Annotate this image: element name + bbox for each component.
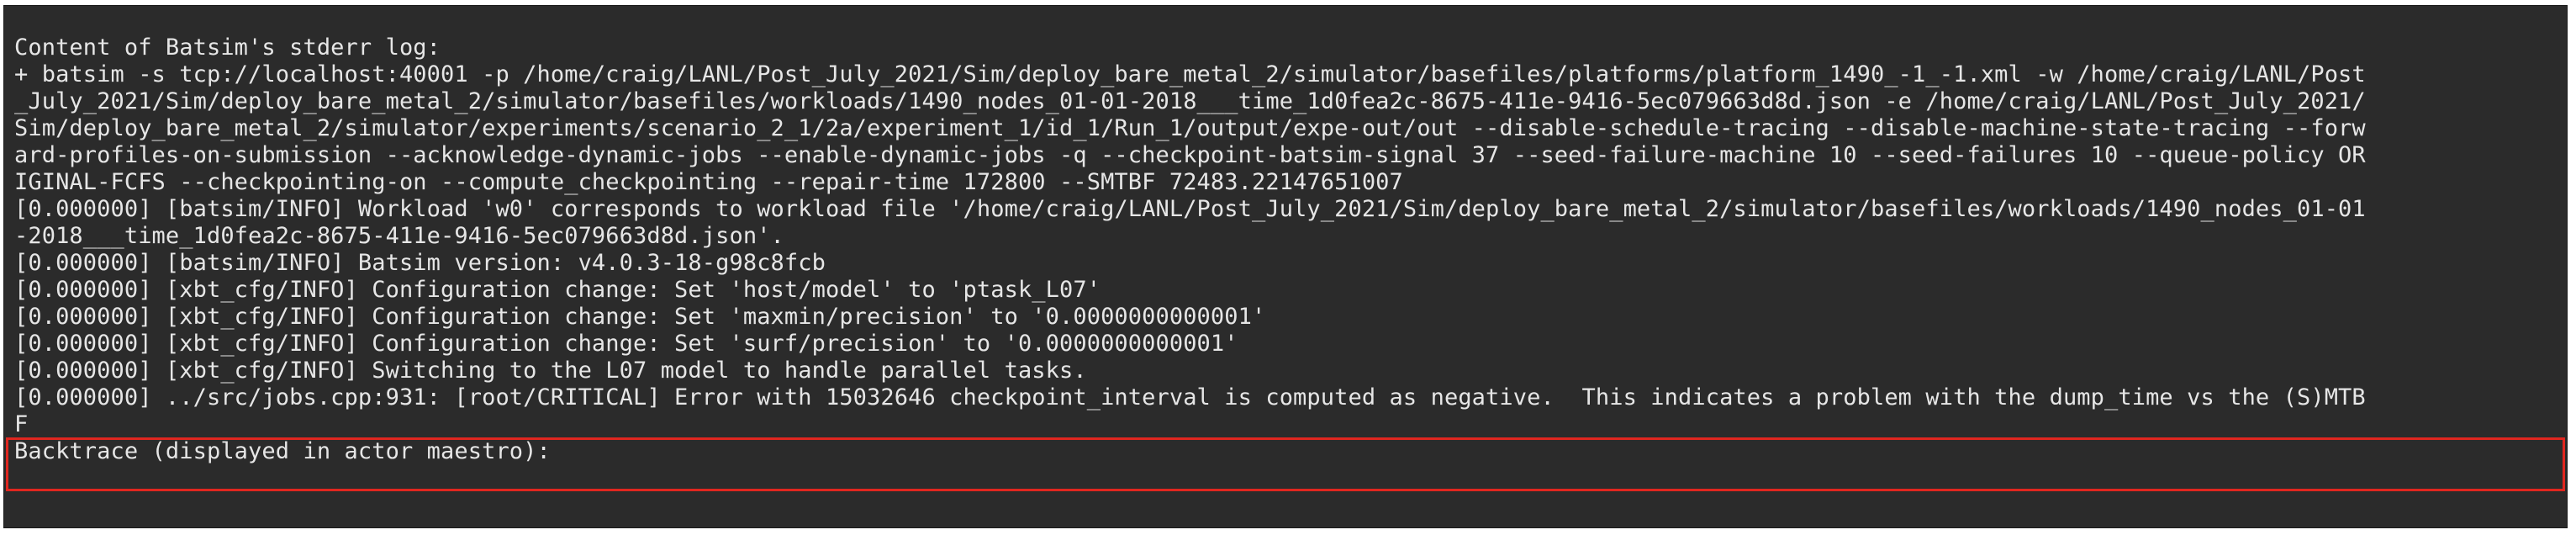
- log-line-command-cont: IGINAL-FCFS --checkpointing-on --compute…: [14, 169, 1403, 195]
- log-line-command-cont: Sim/deploy_bare_metal_2/simulator/experi…: [14, 115, 2366, 141]
- log-line-config-maxmin: [0.000000] [xbt_cfg/INFO] Configuration …: [14, 304, 1266, 330]
- log-line-config-surf: [0.000000] [xbt_cfg/INFO] Configuration …: [14, 331, 1238, 357]
- terminal-window: Content of Batsim's stderr log: + batsim …: [3, 5, 2568, 528]
- log-line-header: Content of Batsim's stderr log:: [14, 34, 441, 61]
- log-line-config-host-model: [0.000000] [xbt_cfg/INFO] Configuration …: [14, 277, 1101, 303]
- log-line-critical-error-cont: F: [14, 411, 29, 437]
- log-line-backtrace: Backtrace (displayed in actor maestro):: [14, 438, 551, 464]
- log-line-command: + batsim -s tcp://localhost:40001 -p /ho…: [14, 61, 2366, 87]
- log-line-workload-info: [0.000000] [batsim/INFO] Workload 'w0' c…: [14, 196, 2366, 222]
- log-line-switching-model: [0.000000] [xbt_cfg/INFO] Switching to t…: [14, 358, 1087, 384]
- stderr-log-output: Content of Batsim's stderr log: + batsim …: [14, 34, 2366, 465]
- log-line-command-cont: ard-profiles-on-submission --acknowledge…: [14, 142, 2366, 168]
- log-line-command-cont: _July_2021/Sim/deploy_bare_metal_2/simul…: [14, 88, 2366, 114]
- log-line-workload-info-cont: -2018___time_1d0fea2c-8675-411e-9416-5ec…: [14, 223, 784, 249]
- log-line-critical-error: [0.000000] ../src/jobs.cpp:931: [root/CR…: [14, 384, 2366, 411]
- log-line-version: [0.000000] [batsim/INFO] Batsim version:…: [14, 250, 826, 276]
